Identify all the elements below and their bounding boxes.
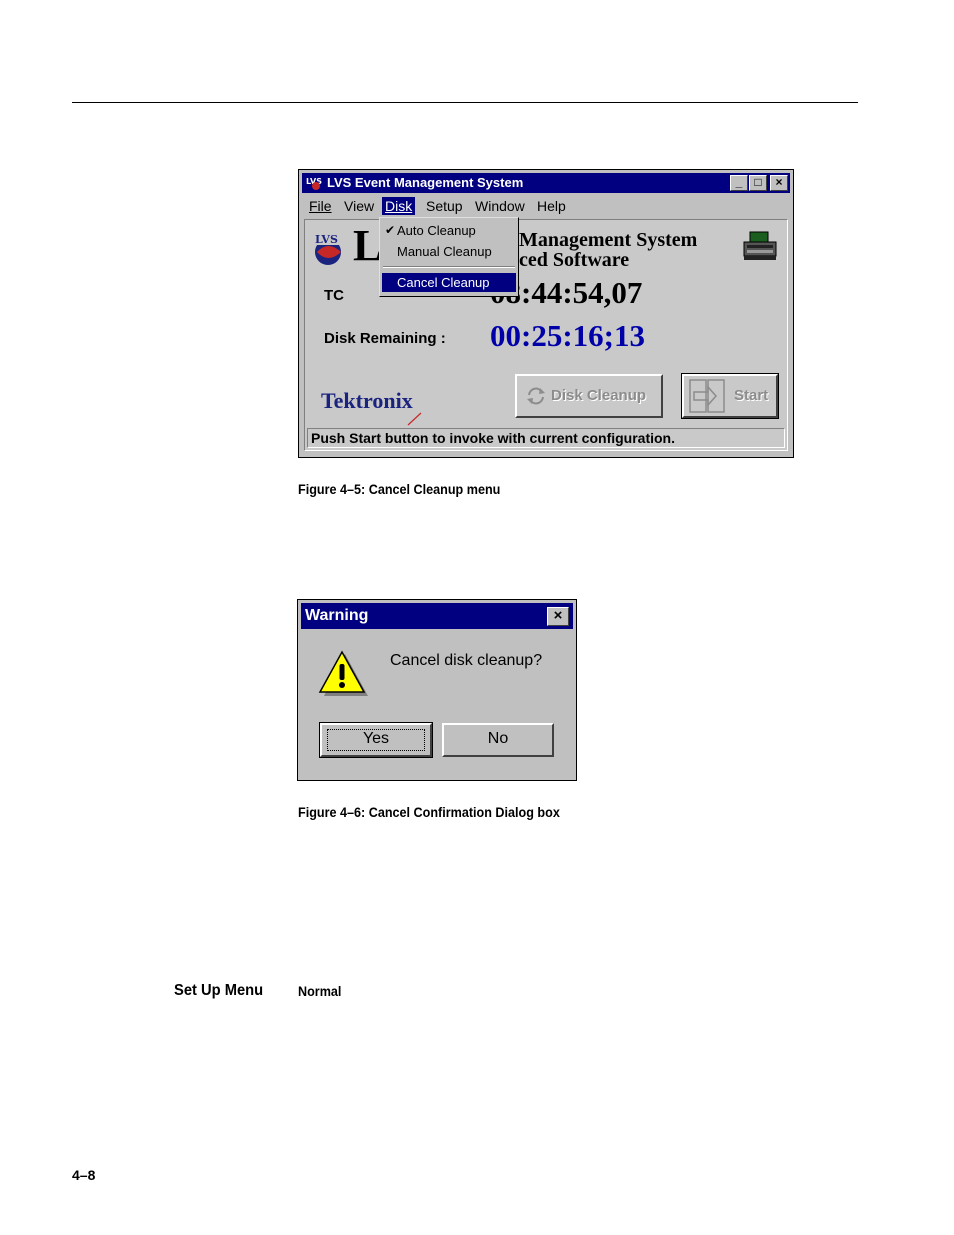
section-heading: Set Up Menu <box>174 982 264 999</box>
close-icon[interactable]: × <box>547 607 569 626</box>
warning-dialog: Warning × Cancel disk cleanup? Yes No <box>297 599 577 781</box>
lvs-app-icon: LVS <box>305 175 323 191</box>
disk-cleanup-button[interactable]: Disk Cleanup <box>515 374 663 418</box>
menu-disk[interactable]: Disk <box>382 197 416 215</box>
dialog-title: Warning <box>305 607 369 624</box>
tc-label: TC <box>324 287 344 304</box>
menu-view[interactable]: View <box>341 197 377 215</box>
lvs-globe-logo-icon: LVS <box>314 233 341 265</box>
menu-item-auto-cleanup[interactable]: ✔ Auto Cleanup <box>382 221 516 240</box>
warning-icon <box>318 650 368 696</box>
cancel-cleanup-label: Cancel Cleanup <box>397 275 490 290</box>
window-titlebar[interactable]: LVS LVS Event Management System _ □ × <box>302 173 790 193</box>
manual-cleanup-label: Manual Cleanup <box>397 244 492 259</box>
printer-icon <box>743 231 777 260</box>
menu-file[interactable]: File <box>306 197 335 215</box>
minimize-button[interactable]: _ <box>730 175 748 191</box>
check-icon: ✔ <box>385 223 396 237</box>
no-button[interactable]: No <box>442 723 554 757</box>
yes-button[interactable]: Yes <box>319 722 433 758</box>
figure-caption-1: Figure 4–5: Cancel Cleanup menu <box>298 481 501 497</box>
start-button[interactable]: Start <box>681 373 779 419</box>
dialog-message: Cancel disk cleanup? <box>390 652 543 669</box>
start-label: Start <box>734 387 769 404</box>
menu-setup[interactable]: Setup <box>423 197 466 215</box>
no-button-label: No <box>487 730 509 747</box>
disk-cleanup-label: Disk Cleanup <box>551 387 647 404</box>
menu-help[interactable]: Help <box>534 197 569 215</box>
status-bar: Push Start button to invoke with current… <box>307 428 785 448</box>
menu-item-cancel-cleanup[interactable]: Cancel Cleanup <box>382 273 516 292</box>
focus-rect <box>327 729 425 751</box>
tektronix-swoosh <box>407 412 422 426</box>
recycle-icon <box>527 387 545 405</box>
window-title: LVS Event Management System <box>327 175 524 190</box>
app-title-initial: L <box>353 221 383 270</box>
menu-file-label: File <box>309 198 332 214</box>
tektronix-logo: Tektronix <box>321 388 413 413</box>
menu-separator <box>383 266 515 268</box>
menu-help-label: Help <box>537 198 566 214</box>
section-normal-text: Normal <box>298 983 342 999</box>
app-title-line1: Management System <box>519 229 698 251</box>
header-rule <box>72 102 858 103</box>
menu-bar: File View Disk Setup Window Help <box>302 195 790 217</box>
menu-window-label: Window <box>475 198 525 214</box>
disk-remaining-label: Disk Remaining : <box>324 330 446 347</box>
main-panel: LVS L Management System ced Software TC … <box>304 219 788 451</box>
auto-cleanup-label: Auto Cleanup <box>397 223 476 238</box>
dialog-titlebar[interactable]: Warning × <box>301 603 573 629</box>
lvs-main-window: LVS LVS Event Management System _ □ × Fi… <box>298 169 794 458</box>
disk-remaining-value: 00:25:16;13 <box>490 318 645 353</box>
close-button[interactable]: × <box>770 175 788 191</box>
menu-view-label: View <box>344 198 375 214</box>
start-door-icon <box>689 379 725 413</box>
disk-menu-dropdown: ✔ Auto Cleanup Manual Cleanup Cancel Cle… <box>379 217 519 297</box>
figure-caption-2: Figure 4–6: Cancel Confirmation Dialog b… <box>298 804 560 820</box>
menu-setup-label: Setup <box>426 198 463 214</box>
lvs-logo-text: LVS <box>315 233 338 246</box>
maximize-button[interactable]: □ <box>749 175 767 191</box>
menu-item-manual-cleanup[interactable]: Manual Cleanup <box>382 242 516 261</box>
menu-window[interactable]: Window <box>472 197 528 215</box>
menu-disk-label: Disk <box>385 198 413 214</box>
page-number: 4–8 <box>72 1167 96 1183</box>
app-title-line2: ced Software <box>519 249 630 271</box>
